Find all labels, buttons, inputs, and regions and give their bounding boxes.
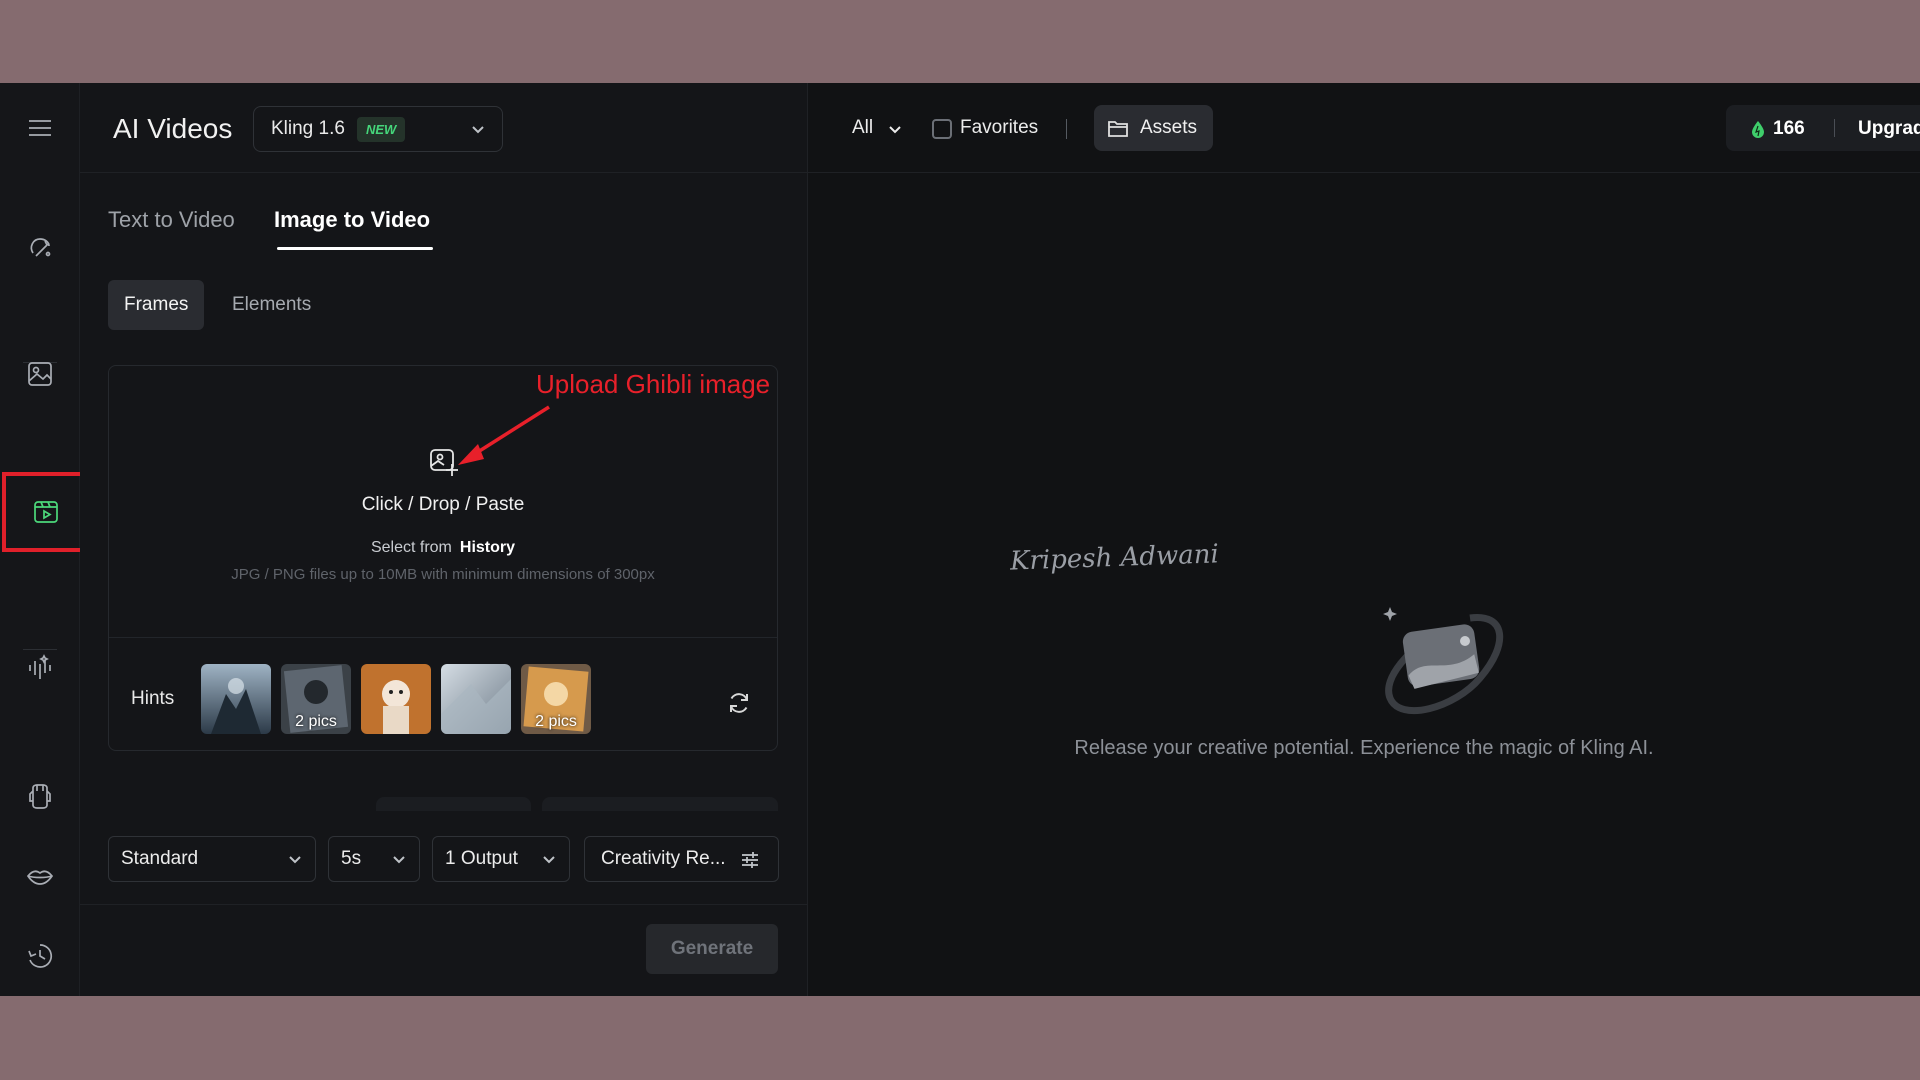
favorites-checkbox[interactable] xyxy=(932,119,952,139)
tab-image-to-video[interactable]: Image to Video xyxy=(274,207,430,233)
credits-balance: 166 xyxy=(1773,118,1805,139)
rail-item-history[interactable] xyxy=(0,921,80,991)
filter-select[interactable]: All xyxy=(852,117,873,139)
menu-button[interactable] xyxy=(0,93,80,163)
creativity-settings[interactable]: Creativity Re... xyxy=(584,836,779,882)
credits-divider xyxy=(1834,119,1835,137)
chevron-down-icon xyxy=(889,126,901,134)
faded-option xyxy=(542,797,778,811)
subtab-frames[interactable]: Frames xyxy=(108,280,205,330)
faded-option xyxy=(376,797,531,811)
empty-state-message: Release your creative potential. Experie… xyxy=(1074,737,1654,759)
rail-item-magic[interactable] xyxy=(0,213,80,283)
subtab-elements[interactable]: Elements xyxy=(216,280,327,330)
mode-select[interactable]: Standard xyxy=(108,836,316,882)
refresh-icon[interactable] xyxy=(726,690,752,716)
hint-count: 2 pics xyxy=(535,713,577,730)
credits-bar: 166 Upgrade xyxy=(1726,105,1920,151)
hint-thumbnail[interactable]: 2 pics xyxy=(521,664,591,734)
folder-icon xyxy=(1108,121,1128,137)
creativity-value: Creativity Re... xyxy=(601,848,726,869)
chevron-down-icon xyxy=(472,126,484,134)
duration-value: 5s xyxy=(341,848,362,869)
model-select[interactable]: Kling 1.6 NEW xyxy=(253,106,503,152)
sliders-icon xyxy=(742,852,758,868)
duration-select[interactable]: 5s xyxy=(328,836,420,882)
footer-divider xyxy=(80,904,808,905)
mode-value: Standard xyxy=(121,848,199,869)
upgrade-button[interactable]: Upgrade xyxy=(1858,118,1920,140)
annotation-label: Upload Ghibli image xyxy=(536,369,771,399)
creation-panel: AI Videos Kling 1.6 NEW Text to Video Im… xyxy=(80,83,808,996)
magic-brush-icon xyxy=(30,238,51,257)
history-prefix: Select from xyxy=(370,539,452,556)
new-badge: NEW xyxy=(356,116,406,142)
lips-icon xyxy=(26,870,54,885)
rail-item-audio[interactable] xyxy=(0,633,80,703)
history-icon xyxy=(28,944,53,968)
add-image-icon xyxy=(430,449,458,476)
image-icon xyxy=(28,362,52,386)
results-toolbar: All Favorites Assets 166 Upgrade xyxy=(808,83,1920,173)
rail-item-lip-sync[interactable] xyxy=(0,841,80,911)
shirt-icon xyxy=(29,784,51,809)
app-window: AI Videos Kling 1.6 NEW Text to Video Im… xyxy=(0,83,1920,996)
output-value: 1 Output xyxy=(445,848,518,869)
audio-wave-icon xyxy=(29,654,51,679)
credit-drop-icon xyxy=(1752,121,1764,138)
rail-item-videos[interactable] xyxy=(2,472,89,552)
empty-state-illustration xyxy=(1383,607,1504,715)
video-icon xyxy=(33,501,58,523)
watermark-signature: Kripesh Adwani xyxy=(1009,539,1220,577)
hint-image xyxy=(441,664,511,734)
hint-count: 2 pics xyxy=(295,713,337,730)
active-tab-indicator xyxy=(277,247,433,250)
hint-thumbnail[interactable] xyxy=(441,664,511,734)
rail-item-images[interactable] xyxy=(0,339,80,409)
panel-header: AI Videos Kling 1.6 NEW xyxy=(80,83,808,173)
hint-image xyxy=(201,664,271,734)
assets-label: Assets xyxy=(1140,117,1198,138)
hint-image xyxy=(361,664,431,734)
menu-icon xyxy=(29,120,51,136)
select-from-history: Select from History xyxy=(109,539,777,557)
page-title: AI Videos xyxy=(113,113,233,144)
output-count-select[interactable]: 1 Output xyxy=(432,836,570,882)
hint-thumbnail[interactable]: 2 pics xyxy=(281,664,351,734)
rail-item-try-on[interactable] xyxy=(0,761,80,831)
history-link[interactable]: History xyxy=(460,539,515,556)
chevron-down-icon xyxy=(393,856,405,864)
hint-thumbnail[interactable] xyxy=(201,664,271,734)
rail-divider xyxy=(23,649,57,650)
model-name: Kling 1.6 xyxy=(271,118,345,139)
hint-thumbnail[interactable] xyxy=(361,664,431,734)
side-rail xyxy=(0,83,89,996)
hints-divider xyxy=(109,637,777,638)
chevron-down-icon xyxy=(543,856,555,864)
image-upload-dropzone[interactable]: Click / Drop / Paste Select from History … xyxy=(108,365,778,751)
upload-instruction: Click / Drop / Paste xyxy=(361,494,525,515)
chevron-down-icon xyxy=(289,856,301,864)
tab-text-to-video[interactable]: Text to Video xyxy=(108,207,235,233)
hints-label: Hints xyxy=(131,688,175,709)
assets-button[interactable]: Assets xyxy=(1094,105,1213,151)
toolbar-divider xyxy=(1066,119,1067,139)
upload-requirements: JPG / PNG files up to 10MB with minimum … xyxy=(231,566,655,583)
generate-button[interactable]: Generate xyxy=(646,924,778,974)
favorites-label: Favorites xyxy=(960,117,1039,138)
